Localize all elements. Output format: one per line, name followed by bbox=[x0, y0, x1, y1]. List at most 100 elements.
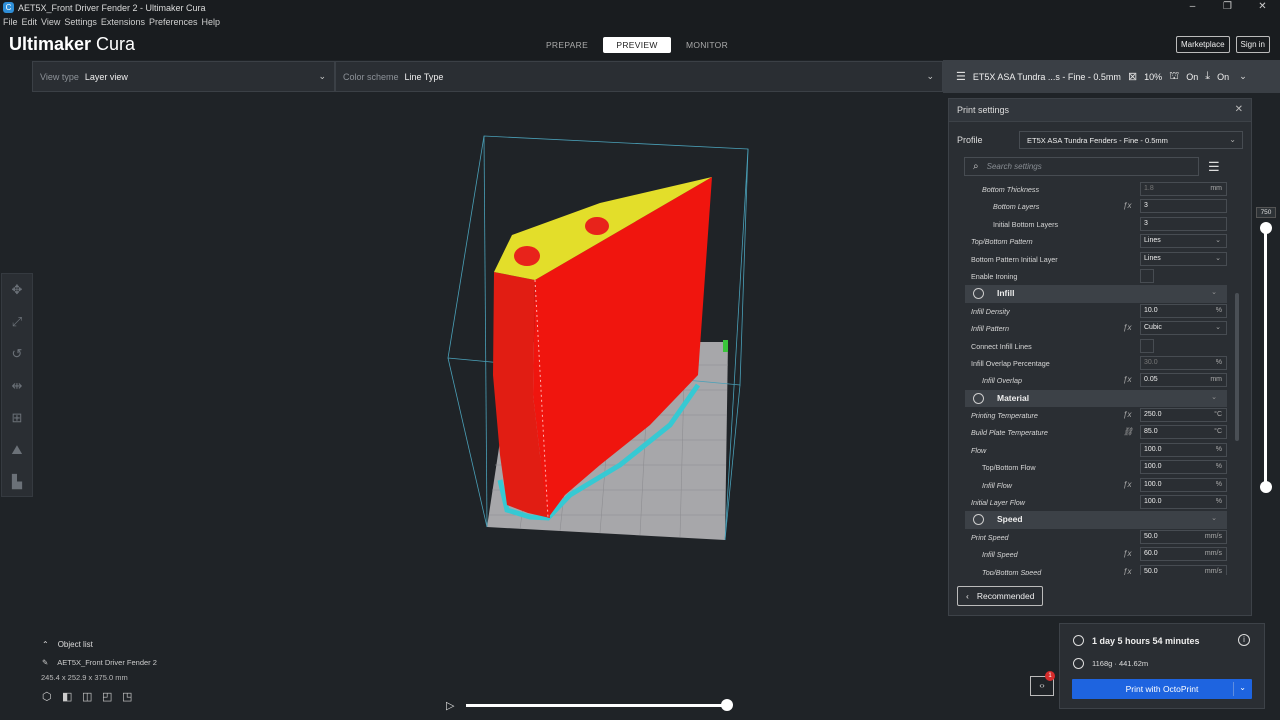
setting-value-field[interactable]: Lines ⌄ bbox=[1140, 251, 1227, 266]
setting-unit: % bbox=[1215, 445, 1222, 453]
setting-value: Lines bbox=[1144, 237, 1161, 245]
setting-checkbox[interactable] bbox=[1140, 268, 1154, 283]
view-right-icon[interactable]: ◳ bbox=[122, 690, 142, 703]
tab-prepare[interactable]: PREPARE bbox=[533, 37, 601, 53]
view-3d-icon[interactable]: ⬡ bbox=[42, 690, 62, 703]
move-tool-icon[interactable]: ✥ bbox=[2, 274, 32, 306]
profile-dropdown[interactable]: ET5X ASA Tundra Fenders - Fine - 0.5mm ⌄ bbox=[1019, 131, 1243, 149]
link-icon[interactable]: ⛓ bbox=[1123, 427, 1133, 436]
info-icon[interactable]: i bbox=[1238, 634, 1250, 646]
adhesion-icon: ⤓ bbox=[1205, 70, 1211, 82]
marketplace-button[interactable]: Marketplace bbox=[1175, 36, 1230, 53]
mirror-tool-icon[interactable]: ⇹ bbox=[2, 370, 32, 402]
scale-tool-icon[interactable]: ⤢ bbox=[2, 306, 32, 338]
search-input[interactable] bbox=[986, 162, 1177, 171]
setting-unit: mm/s bbox=[1204, 567, 1222, 575]
extension-button[interactable]: ‹› 1 bbox=[1030, 671, 1055, 696]
setting-value-field[interactable]: 250.0 °C bbox=[1140, 408, 1227, 423]
sign-in-button[interactable]: Sign in bbox=[1235, 36, 1270, 53]
menu-preferences[interactable]: Preferences bbox=[149, 17, 198, 27]
print-profile-summary: ET5X ASA Tundra ...s - Fine - 0.5mm bbox=[972, 71, 1121, 82]
layer-tool-icon[interactable]: ▙ bbox=[2, 466, 32, 498]
setting-value-field[interactable]: Lines ⌄ bbox=[1140, 234, 1227, 249]
print-time-row: 1 day 5 hours 54 minutes bbox=[1073, 635, 1200, 646]
cura-app-icon: C bbox=[3, 2, 14, 13]
simulation-slider-handle[interactable] bbox=[721, 699, 733, 711]
setting-checkbox[interactable] bbox=[1140, 338, 1154, 353]
close-icon[interactable]: ✕ bbox=[1235, 104, 1243, 115]
setting-value-field[interactable]: 100.0% bbox=[1140, 442, 1227, 457]
chevron-down-icon: ⌄ bbox=[1239, 71, 1247, 81]
tab-preview[interactable]: PREVIEW bbox=[603, 37, 671, 53]
setting-value-field[interactable]: Cubic ⌄ bbox=[1140, 321, 1227, 336]
simulation-slider-track[interactable] bbox=[466, 704, 728, 707]
layer-slider-track[interactable] bbox=[1264, 228, 1267, 486]
settings-scrollbar[interactable] bbox=[1235, 293, 1239, 441]
setting-value-field[interactable]: 50.0 mm/s bbox=[1140, 564, 1227, 575]
per-model-settings-icon[interactable]: ⊞ bbox=[2, 402, 32, 434]
setting-value: Cubic bbox=[1144, 324, 1162, 332]
setting-value-field[interactable]: 3 bbox=[1140, 199, 1227, 214]
setting-value-field[interactable]: 0.05 mm bbox=[1140, 373, 1227, 388]
category-speed[interactable]: Speed ⌄ bbox=[965, 511, 1227, 529]
function-icon[interactable]: ƒx bbox=[1123, 201, 1131, 210]
view-type-dropdown[interactable]: View type Layer view ⌄ bbox=[32, 61, 335, 92]
function-icon[interactable]: ƒx bbox=[1123, 375, 1131, 384]
object-list-toggle[interactable]: ⌃ Object list bbox=[42, 640, 242, 649]
play-icon[interactable]: ▷ bbox=[446, 699, 454, 712]
setting-value-field[interactable]: 50.0 mm/s bbox=[1140, 529, 1227, 544]
print-setup-selector[interactable]: ☰ ET5X ASA Tundra ...s - Fine - 0.5mm ⊠ … bbox=[943, 60, 1280, 93]
function-icon[interactable]: ƒx bbox=[1123, 480, 1131, 489]
function-icon[interactable]: ƒx bbox=[1123, 323, 1131, 332]
category-material[interactable]: Material ⌄ bbox=[965, 389, 1227, 408]
recommended-button[interactable]: ‹ Recommended bbox=[957, 586, 1044, 606]
function-icon[interactable]: ƒx bbox=[1123, 567, 1131, 575]
layer-number-label[interactable]: 750 bbox=[1256, 207, 1276, 218]
setting-value: 100.0 bbox=[1144, 480, 1162, 488]
menu-help[interactable]: Help bbox=[201, 17, 220, 27]
view-left-icon[interactable]: ◰ bbox=[102, 690, 122, 703]
object-list-item[interactable]: ✎ AET5X_Front Driver Fender 2 bbox=[42, 658, 242, 667]
setting-value-field[interactable]: 3 bbox=[1140, 216, 1227, 231]
rotate-tool-icon[interactable]: ↺ bbox=[2, 338, 32, 370]
view-front-icon[interactable]: ◧ bbox=[62, 690, 82, 703]
category-infill[interactable]: Infill ⌄ bbox=[965, 285, 1227, 303]
setting-value-field[interactable]: 100.0% bbox=[1140, 460, 1227, 475]
layer-slider-top-handle[interactable] bbox=[1260, 222, 1272, 234]
function-icon[interactable]: ƒx bbox=[1123, 410, 1131, 419]
search-settings-box[interactable]: ⌕ bbox=[964, 157, 1199, 176]
setting-label: Bottom Thickness bbox=[982, 185, 1040, 194]
chevron-down-icon: ⌄ bbox=[1211, 393, 1217, 401]
view-top-icon[interactable]: ◫ bbox=[82, 690, 102, 703]
settings-menu-icon[interactable]: ☰ bbox=[1208, 159, 1220, 175]
support-blocker-icon[interactable]: ⛰ bbox=[2, 434, 32, 466]
chevron-down-icon[interactable]: ⌄ bbox=[1239, 683, 1246, 692]
tab-monitor[interactable]: MONITOR bbox=[673, 37, 741, 53]
layer-view-viewport[interactable] bbox=[420, 125, 780, 555]
setting-value-field[interactable]: 10.0% bbox=[1140, 303, 1227, 318]
button-separator bbox=[1233, 682, 1234, 696]
chevron-left-icon: ‹ bbox=[966, 591, 969, 601]
menu-edit[interactable]: Edit bbox=[22, 17, 38, 27]
profile-value: ET5X ASA Tundra Fenders - Fine - 0.5mm bbox=[1027, 136, 1168, 145]
menu-settings[interactable]: Settings bbox=[64, 17, 97, 27]
menu-extensions[interactable]: Extensions bbox=[101, 17, 145, 27]
infill-icon: ⊠ bbox=[1127, 71, 1138, 83]
close-window-button[interactable]: ✕ bbox=[1245, 0, 1280, 15]
setting-value-field[interactable]: 1.8 mm bbox=[1140, 182, 1227, 196]
setting-value-field[interactable]: 60.0 mm/s bbox=[1140, 547, 1227, 562]
layer-slider-bottom-handle[interactable] bbox=[1260, 481, 1272, 493]
sliders-icon: ☰ bbox=[956, 71, 966, 83]
maximize-button[interactable]: ❐ bbox=[1210, 0, 1245, 15]
function-icon[interactable]: ƒx bbox=[1123, 549, 1131, 558]
minimize-button[interactable]: – bbox=[1175, 0, 1210, 15]
setting-value-field[interactable]: 100.0% bbox=[1140, 477, 1227, 492]
setting-value: 0.05 bbox=[1144, 376, 1158, 384]
menu-view[interactable]: View bbox=[41, 17, 60, 27]
setting-value-field[interactable]: 30.0% bbox=[1140, 355, 1227, 370]
print-with-octoprint-button[interactable]: Print with OctoPrint ⌄ bbox=[1072, 679, 1252, 699]
setting-value-field[interactable]: 85.0 °C bbox=[1140, 425, 1227, 440]
color-scheme-dropdown[interactable]: Color scheme Line Type ⌄ bbox=[335, 61, 943, 92]
menu-file[interactable]: File bbox=[3, 17, 18, 27]
setting-value-field[interactable]: 100.0% bbox=[1140, 495, 1227, 510]
